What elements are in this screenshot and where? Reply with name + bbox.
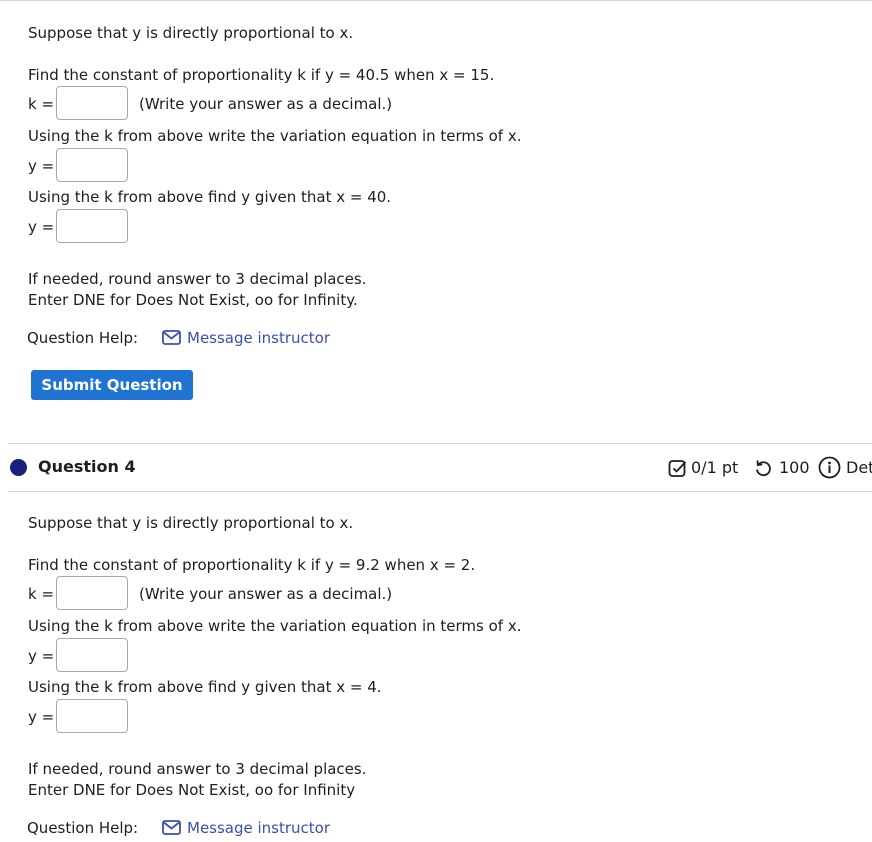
q3-equation-input[interactable] bbox=[56, 148, 128, 182]
q3-dne-note: Enter DNE for Does Not Exist, oo for Inf… bbox=[28, 291, 358, 309]
q3-k-input[interactable] bbox=[56, 86, 128, 120]
mail-icon[interactable] bbox=[162, 329, 181, 346]
q4-y-input[interactable] bbox=[56, 699, 128, 733]
retry-icon bbox=[756, 460, 771, 477]
q4-message-instructor-link[interactable]: Message instructor bbox=[187, 818, 330, 838]
q3-find-y: Using the k from above find y given that… bbox=[28, 188, 392, 206]
q4-title: Question 4 bbox=[38, 457, 136, 476]
mail-icon[interactable] bbox=[162, 819, 181, 836]
q4-y-label-1: y = bbox=[28, 647, 55, 665]
info-icon[interactable] bbox=[818, 456, 841, 479]
top-divider bbox=[0, 0, 872, 1]
check-square-icon bbox=[668, 460, 687, 477]
q4-round-note: If needed, round answer to 3 decimal pla… bbox=[28, 760, 367, 778]
q4-y-label-2: y = bbox=[28, 708, 55, 726]
q4-k-hint: (Write your answer as a decimal.) bbox=[139, 585, 393, 603]
q4-k-label: k = bbox=[28, 585, 55, 603]
q4-header-top-divider bbox=[8, 443, 872, 444]
q3-y-label-1: y = bbox=[28, 157, 55, 175]
q3-help-label: Question Help: bbox=[27, 329, 139, 347]
q3-message-instructor-link[interactable]: Message instructor bbox=[187, 328, 330, 348]
submit-question-button[interactable]: Submit Question bbox=[31, 370, 193, 400]
q4-k-input[interactable] bbox=[56, 576, 128, 610]
q3-intro: Suppose that y is directly proportional … bbox=[28, 24, 354, 42]
q3-find-k: Find the constant of proportionality k i… bbox=[28, 66, 495, 84]
q3-k-label: k = bbox=[28, 95, 55, 113]
q4-details-link[interactable]: Det bbox=[846, 458, 872, 478]
q4-dne-note: Enter DNE for Does Not Exist, oo for Inf… bbox=[28, 781, 356, 799]
q4-equation-prompt: Using the k from above write the variati… bbox=[28, 617, 522, 635]
question-status-dot bbox=[10, 459, 27, 476]
q4-header-bottom-divider bbox=[8, 491, 872, 492]
q4-score: 0/1 pt bbox=[691, 458, 739, 477]
q4-find-y: Using the k from above find y given that… bbox=[28, 678, 382, 696]
q3-equation-prompt: Using the k from above write the variati… bbox=[28, 127, 522, 145]
q4-intro: Suppose that y is directly proportional … bbox=[28, 514, 354, 532]
q3-y-input[interactable] bbox=[56, 209, 128, 243]
q4-equation-input[interactable] bbox=[56, 638, 128, 672]
q4-find-k: Find the constant of proportionality k i… bbox=[28, 556, 476, 574]
q4-help-label: Question Help: bbox=[27, 819, 139, 837]
q3-k-hint: (Write your answer as a decimal.) bbox=[139, 95, 393, 113]
q3-round-note: If needed, round answer to 3 decimal pla… bbox=[28, 270, 367, 288]
q3-y-label-2: y = bbox=[28, 218, 55, 236]
q4-attempts: 100 bbox=[779, 458, 810, 477]
